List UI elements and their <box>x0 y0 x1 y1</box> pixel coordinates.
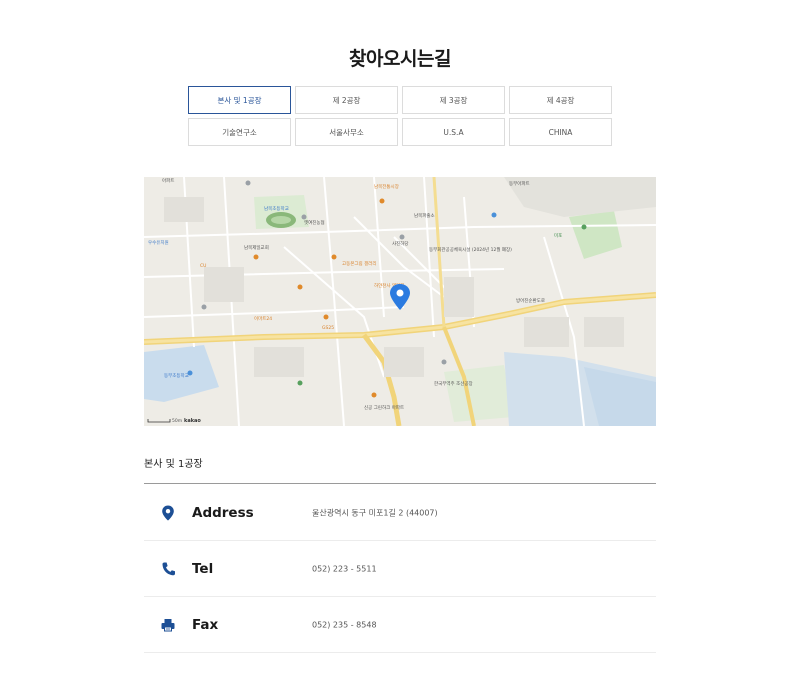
section-divider <box>144 483 656 484</box>
map-label: 미포 <box>554 232 562 239</box>
fax-label: Fax <box>192 616 219 633</box>
tel-value: 052) 223 - 5511 <box>312 564 377 573</box>
map-label: 남목파출소 <box>414 212 435 219</box>
map-label: 사진하당 <box>392 240 409 247</box>
map-label: 이마트24 <box>254 315 272 322</box>
tab-plant3[interactable]: 제 3공장 <box>402 86 505 114</box>
address-row: Address 울산광역시 동구 미포1길 2 (44007) <box>144 485 656 541</box>
section-title: 본사 및 1공장 <box>144 459 203 470</box>
fax-value: 052) 235 - 8548 <box>312 620 377 629</box>
map-label: 남목전통시장 <box>374 183 399 190</box>
map-label: 남목제일교회 <box>244 244 269 251</box>
svg-text:50m: 50m <box>172 418 182 424</box>
tel-label: Tel <box>192 560 214 577</box>
page-title: 찾아오시는길 <box>349 48 451 70</box>
map-label: GS25 <box>322 325 334 331</box>
location-tabs: 본사 및 1공장 제 2공장 제 3공장 제 4공장 기술연구소 서울사무소 U… <box>188 86 612 146</box>
tab-usa[interactable]: U.S.A <box>402 118 505 146</box>
map-label: 우수유치원 <box>148 239 169 246</box>
tab-research-center[interactable]: 기술연구소 <box>188 118 291 146</box>
map-label: 고동본그림 갤러리 <box>342 260 377 267</box>
map-canvas[interactable]: 아파트 남목초등학교 옛여진농협 남목전통시장 남목파출소 사진하당 동부회관공… <box>144 177 656 426</box>
map-label: 동부회관공공체육시설 (2024년 12월 폐장) <box>429 246 512 253</box>
map-label: 신공 그린하크 아파트 <box>364 404 404 411</box>
map-label: 방어진순환도로 <box>516 297 545 304</box>
map-label: 아파트 <box>162 177 174 184</box>
location-map[interactable]: 아파트 남목초등학교 옛여진농협 남목전통시장 남목파출소 사진하당 동부회관공… <box>144 177 656 426</box>
address-value: 울산광역시 동구 미포1길 2 (44007) <box>312 508 438 517</box>
map-label: 남목초등학교 <box>264 205 289 212</box>
map-label: 동부아파트 <box>509 180 530 187</box>
phone-icon <box>162 562 175 575</box>
kakao-logo: kakao <box>184 418 201 424</box>
map-pin-icon <box>162 505 174 520</box>
tab-china[interactable]: CHINA <box>509 118 612 146</box>
map-label: 옛여진농협 <box>304 219 325 226</box>
fax-row: Fax 052) 235 - 8548 <box>144 597 656 653</box>
address-label: Address <box>192 504 254 521</box>
map-label: 동부초등학교 <box>164 372 189 379</box>
tel-row: Tel 052) 223 - 5511 <box>144 541 656 597</box>
tab-plant2[interactable]: 제 2공장 <box>295 86 398 114</box>
map-label: 한국무역주 조선공장 <box>434 380 473 387</box>
printer-icon <box>161 618 175 631</box>
tab-seoul-office[interactable]: 서울사무소 <box>295 118 398 146</box>
tab-plant4[interactable]: 제 4공장 <box>509 86 612 114</box>
tab-hq-plant1[interactable]: 본사 및 1공장 <box>188 86 291 114</box>
map-label: CU <box>200 263 206 269</box>
